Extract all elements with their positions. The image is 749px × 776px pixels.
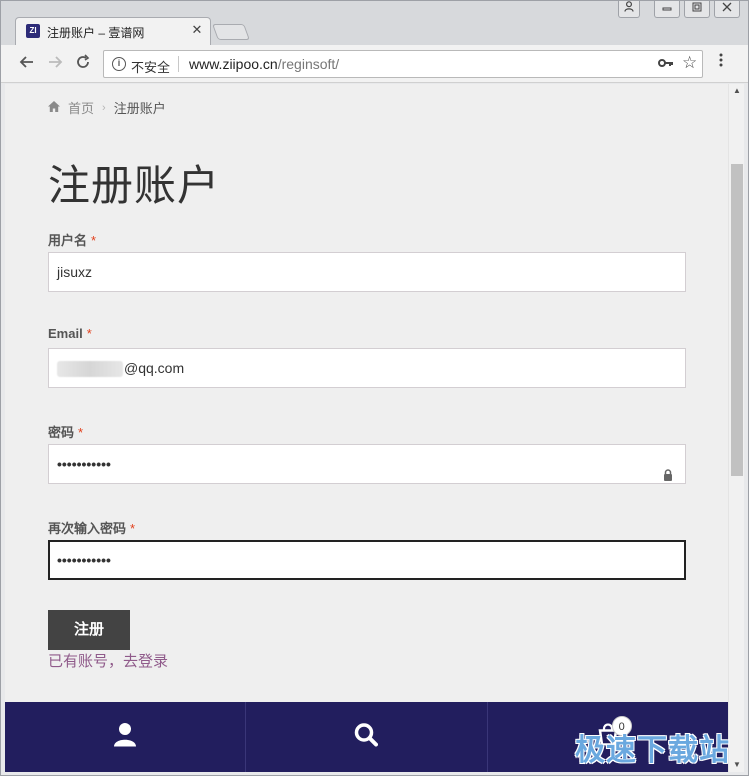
username-field[interactable]: jisuxz — [48, 252, 686, 292]
email-label: Email * — [48, 326, 92, 341]
breadcrumb: 首页 › 注册账户 — [48, 98, 166, 117]
confirm-password-value: ••••••••••• — [57, 552, 111, 568]
window-controls — [618, 1, 740, 18]
register-button[interactable]: 注册 — [48, 610, 130, 650]
search-button[interactable] — [246, 702, 488, 772]
required-mark: * — [91, 233, 97, 248]
password-label: 密码 * — [48, 422, 83, 441]
address-bar[interactable]: i 不安全 www.ziipoo.cn/reginsoft/ ☆ — [103, 50, 703, 78]
login-link[interactable]: 已有账号，去登录 — [48, 650, 168, 671]
confirm-password-label: 再次输入密码 * — [48, 518, 135, 537]
account-button[interactable] — [5, 702, 247, 772]
password-label-text: 密码 — [48, 425, 75, 440]
tab-title: 注册账户 – 壹谱网 — [47, 26, 145, 40]
page-scrollbar[interactable]: ▲ ▼ — [728, 84, 744, 772]
reload-icon[interactable] — [72, 53, 94, 75]
address-separator — [178, 56, 179, 72]
username-label: 用户名 * — [48, 230, 96, 249]
minimize-icon[interactable] — [654, 1, 680, 18]
close-window-icon[interactable] — [714, 1, 740, 18]
forward-arrow-icon[interactable] — [44, 53, 66, 75]
confirm-password-field[interactable]: ••••••••••• — [48, 540, 686, 580]
browser-toolbar: i 不安全 www.ziipoo.cn/reginsoft/ ☆ — [1, 45, 748, 83]
maximize-icon[interactable] — [684, 1, 710, 18]
title-bar: ZI 注册账户 – 壹谱网 ✕ — [1, 1, 748, 45]
browser-tab[interactable]: ZI 注册账户 – 壹谱网 ✕ — [15, 17, 211, 45]
page-title: 注册账户 — [48, 162, 221, 209]
page-viewport: 首页 › 注册账户 注册账户 用户名 * jisuxz Email * @qq.co… — [5, 84, 728, 772]
back-arrow-icon[interactable] — [16, 53, 38, 75]
blurred-email-prefix — [57, 361, 123, 378]
browser-menu-icon[interactable] — [715, 53, 727, 72]
site-favicon-icon: ZI — [26, 24, 40, 38]
breadcrumb-separator: › — [102, 101, 106, 114]
scroll-up-arrow-icon[interactable]: ▲ — [729, 84, 745, 98]
security-status: 不安全 — [131, 60, 171, 75]
url-path: /reginsoft/ — [277, 56, 340, 72]
required-mark: * — [78, 425, 84, 440]
email-field[interactable]: @qq.com — [48, 348, 686, 388]
username-label-text: 用户名 — [48, 233, 88, 248]
url-text[interactable]: www.ziipoo.cn/reginsoft/ — [189, 56, 339, 72]
new-tab-button[interactable] — [212, 24, 250, 40]
watermark-logo: 极速下载站 — [575, 733, 730, 768]
email-visible-text: @qq.com — [124, 360, 185, 376]
confirm-password-label-text: 再次输入密码 — [48, 521, 127, 536]
url-host: www.ziipoo.cn — [189, 56, 278, 72]
scroll-down-arrow-icon[interactable]: ▼ — [729, 758, 745, 772]
password-value: ••••••••••• — [57, 456, 111, 472]
tab-close-icon[interactable]: ✕ — [189, 22, 205, 38]
browser-window: ZI 注册账户 – 壹谱网 ✕ i 不安全 www.ziipoo.cn/regi… — [0, 0, 749, 776]
lock-icon[interactable] — [663, 457, 673, 481]
email-label-text: Email — [48, 326, 83, 341]
search-icon — [354, 723, 379, 752]
breadcrumb-home[interactable]: 首页 — [68, 98, 94, 117]
required-mark: * — [86, 326, 92, 341]
account-icon — [114, 723, 137, 752]
scrollbar-thumb[interactable] — [731, 164, 743, 476]
profile-icon[interactable] — [618, 1, 640, 18]
home-icon — [48, 100, 60, 115]
breadcrumb-current: 注册账户 — [113, 101, 166, 116]
bookmark-star-icon[interactable]: ☆ — [682, 53, 697, 73]
site-info-icon[interactable]: i — [112, 57, 126, 71]
password-field[interactable]: ••••••••••• — [48, 444, 686, 484]
required-mark: * — [130, 521, 136, 536]
key-icon[interactable] — [658, 55, 674, 71]
